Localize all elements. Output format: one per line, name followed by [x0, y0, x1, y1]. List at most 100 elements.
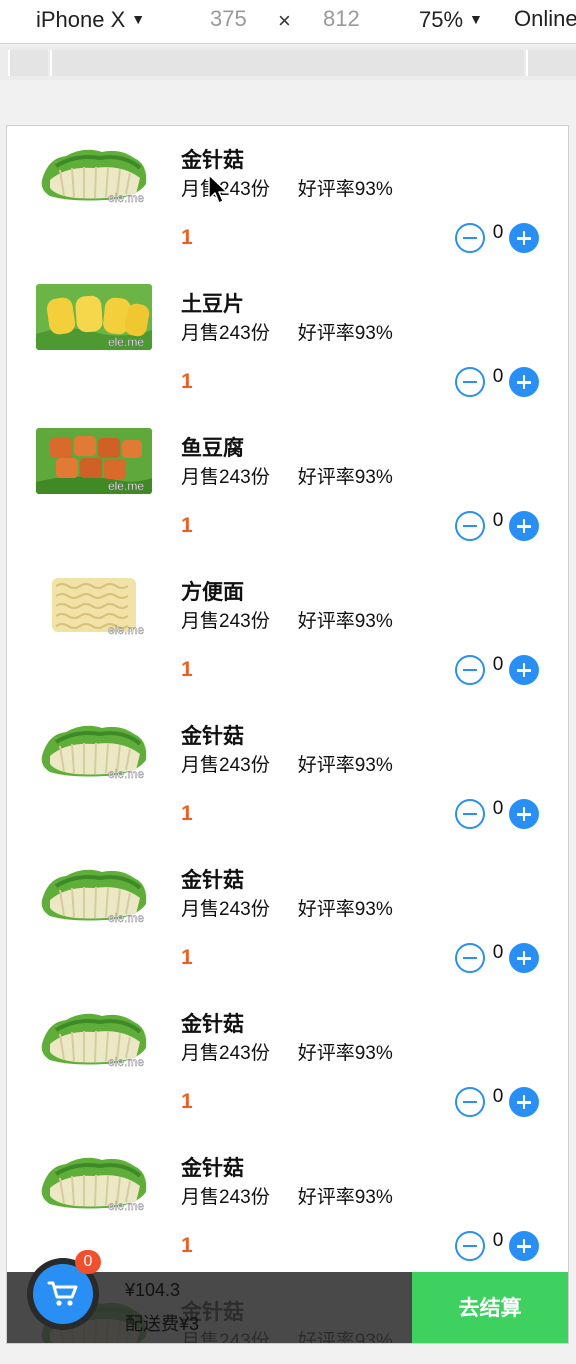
increase-button[interactable] — [509, 943, 539, 973]
food-image: ele.me — [36, 428, 152, 494]
positive-rating: 好评率93% — [297, 179, 393, 200]
positive-rating: 好评率93% — [297, 323, 393, 344]
quantity: 0 — [492, 1086, 504, 1107]
cart-bar: 0 ¥104.3 配送费¥3 去结算 — [7, 1250, 568, 1343]
food-image: ele.me — [36, 284, 152, 350]
food-name: 金针菇 — [181, 1157, 244, 1180]
caret-down-icon: ▼ — [469, 11, 483, 27]
food-stats: 月售243份 好评率93% — [181, 1038, 393, 1065]
image-watermark: ele.me — [108, 623, 144, 637]
food-price: 1 — [181, 514, 193, 537]
decrease-button[interactable] — [455, 511, 485, 541]
width-input[interactable]: 375 — [210, 6, 247, 32]
quantity: 0 — [492, 654, 504, 675]
positive-rating: 好评率93% — [297, 899, 393, 920]
image-watermark: ele.me — [108, 767, 144, 781]
monthly-sales: 月售243份 — [181, 899, 270, 920]
image-watermark: ele.me — [108, 335, 144, 349]
dimension-separator: × — [278, 8, 291, 33]
image-watermark: ele.me — [108, 1055, 144, 1069]
monthly-sales: 月售243份 — [181, 1043, 270, 1064]
ruler-segment[interactable] — [8, 50, 48, 76]
monthly-sales: 月售243份 — [181, 611, 270, 632]
quantity: 0 — [492, 222, 504, 243]
food-price: 1 — [181, 802, 193, 825]
quantity: 0 — [492, 942, 504, 963]
food-name: 鱼豆腐 — [181, 437, 244, 460]
food-name: 金针菇 — [181, 869, 244, 892]
food-item[interactable]: ele.me金针菇月售243份好评率93%10 — [7, 990, 568, 1134]
image-watermark: ele.me — [108, 191, 144, 205]
caret-down-icon: ▼ — [131, 11, 146, 27]
decrease-button[interactable] — [455, 655, 485, 685]
ruler-segment[interactable] — [50, 50, 524, 76]
decrease-button[interactable] — [455, 1087, 485, 1117]
decrease-button[interactable] — [455, 943, 485, 973]
increase-button[interactable] — [509, 223, 539, 253]
food-stats: 月售243份 好评率93% — [181, 1182, 393, 1209]
devtools-toolbar: iPhone X ▼ 375 × 812 75% ▼ Online — [0, 0, 576, 44]
decrease-button[interactable] — [455, 223, 485, 253]
food-item[interactable]: ele.me 金针菇月售243份 好评率93% 1 0 — [7, 702, 568, 846]
media-query-ruler — [0, 46, 576, 80]
monthly-sales: 月售243份 — [181, 755, 270, 776]
positive-rating: 好评率93% — [297, 1187, 393, 1208]
quantity: 0 — [492, 510, 504, 531]
device-label: iPhone X — [36, 7, 126, 32]
delivery-fee: 配送费¥3 — [125, 1314, 200, 1334]
image-watermark: ele.me — [108, 479, 144, 493]
food-price: 1 — [181, 658, 193, 681]
quantity: 0 — [492, 366, 504, 387]
positive-rating: 好评率93% — [297, 467, 393, 488]
food-name: 方便面 — [181, 581, 244, 604]
zoom-label: 75% — [419, 7, 464, 32]
ruler-segment[interactable] — [526, 50, 576, 76]
increase-button[interactable] — [509, 799, 539, 829]
decrease-button[interactable] — [455, 367, 485, 397]
food-image: ele.me — [36, 140, 152, 206]
increase-button[interactable] — [509, 1231, 539, 1261]
food-image: ele.me — [36, 572, 152, 638]
food-price: 1 — [181, 946, 193, 969]
decrease-button[interactable] — [455, 1231, 485, 1261]
height-input[interactable]: 812 — [323, 6, 360, 32]
increase-button[interactable] — [509, 1087, 539, 1117]
quantity: 0 — [492, 1230, 504, 1251]
device-select[interactable]: iPhone X ▼ — [36, 6, 145, 33]
food-item[interactable]: ele.me 金针菇月售243份 好评率93% 1 0 — [7, 846, 568, 990]
positive-rating: 好评率93% — [297, 755, 393, 776]
positive-rating: 好评率93% — [297, 1043, 393, 1064]
food-image: ele.me — [36, 716, 152, 782]
image-watermark: ele.me — [108, 1343, 144, 1344]
mouse-cursor-icon — [208, 174, 228, 204]
cart-button-ring: 0 — [27, 1250, 101, 1330]
image-watermark: ele.me — [108, 911, 144, 925]
cart-total-price: ¥104.3 — [125, 1280, 181, 1300]
device-viewport: ele.me金针菇月售243份好评率93%10ele.me土豆片月售243份好评… — [6, 125, 569, 1344]
food-item[interactable]: ele.me 方便面月售243份 好评率93% 1 0 — [7, 558, 568, 702]
food-price: 1 — [181, 226, 193, 249]
zoom-select[interactable]: 75% ▼ — [419, 6, 483, 33]
food-price: 1 — [181, 1090, 193, 1113]
increase-button[interactable] — [509, 655, 539, 685]
food-stats: 月售243份 好评率93% — [181, 894, 393, 921]
food-item[interactable]: ele.me 鱼豆腐月售243份 好评率93% 1 0 — [7, 414, 568, 558]
network-select[interactable]: Online — [514, 6, 576, 32]
checkout-button[interactable]: 去结算 — [412, 1272, 568, 1343]
increase-button[interactable] — [509, 367, 539, 397]
cart-count-badge: 0 — [75, 1250, 101, 1274]
food-item[interactable]: ele.me金针菇月售243份好评率93%10 — [7, 126, 568, 270]
image-watermark: ele.me — [108, 1199, 144, 1213]
food-name: 金针菇 — [181, 725, 244, 748]
food-stats: 月售243份 好评率93% — [181, 462, 393, 489]
increase-button[interactable] — [509, 511, 539, 541]
monthly-sales: 月售243份 — [181, 467, 270, 488]
food-stats: 月售243份 好评率93% — [181, 750, 393, 777]
decrease-button[interactable] — [455, 799, 485, 829]
quantity: 0 — [492, 798, 504, 819]
food-stats: 月售243份 好评率93% — [181, 318, 393, 345]
food-item[interactable]: ele.me 土豆片 月售243份 好评率93% 1 0 — [7, 270, 568, 414]
positive-rating: 好评率93% — [297, 611, 393, 632]
cart-summary[interactable]: 0 ¥104.3 配送费¥3 — [7, 1250, 412, 1343]
food-image: ele.me — [36, 1004, 152, 1070]
